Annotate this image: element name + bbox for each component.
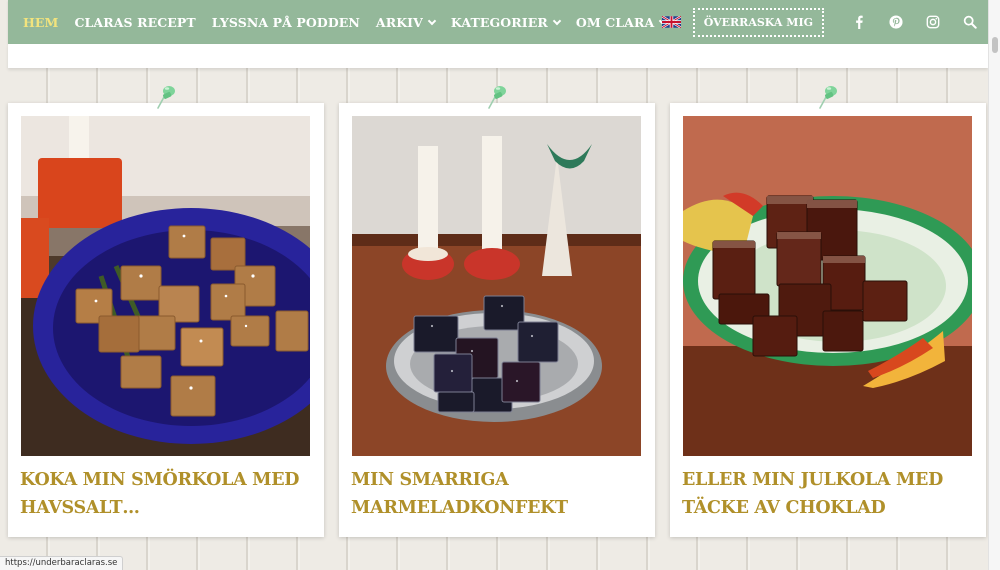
nav-item-hem[interactable]: Hem <box>23 15 58 30</box>
chevron-down-icon <box>427 16 437 25</box>
nav-item-claras-recept[interactable]: Claras recept <box>74 15 195 30</box>
post-card[interactable]: Koka min smörkola med havssalt… <box>8 86 324 537</box>
nav-right: Överraska mig <box>661 0 988 44</box>
nav-item-label: Lyssna på podden <box>211 14 360 30</box>
nav-item-label: Hem <box>23 14 59 30</box>
uk-flag-icon[interactable] <box>661 16 681 28</box>
search-icon[interactable] <box>951 0 988 44</box>
instagram-icon[interactable] <box>914 0 951 44</box>
post-title[interactable]: Koka min smörkola med havssalt… <box>20 466 312 522</box>
nav-item-label: Kategorier <box>450 14 548 30</box>
pushpin-icon <box>817 83 841 113</box>
nav-item-arkiv[interactable]: Arkiv <box>375 14 437 30</box>
scrollbar-thumb[interactable] <box>992 37 998 53</box>
nav-item-kategorier[interactable]: Kategorier <box>450 14 562 30</box>
nav-item-om-clara[interactable]: Om Clara <box>575 14 668 30</box>
post-card[interactable]: Eller min julkola med täcke av choklad <box>670 86 986 537</box>
nav-item-label: Claras recept <box>74 14 196 30</box>
post-title[interactable]: Eller min julkola med täcke av choklad <box>682 466 974 522</box>
header-strip <box>8 44 988 68</box>
nav-item-label: Arkiv <box>375 14 423 30</box>
facebook-icon[interactable] <box>840 0 877 44</box>
pushpin-icon <box>155 83 179 113</box>
post-image-caramels[interactable] <box>21 116 310 456</box>
chevron-down-icon <box>552 16 562 25</box>
surprise-me-button[interactable]: Överraska mig <box>692 7 824 37</box>
page-scrollbar[interactable] <box>988 0 1000 570</box>
nav-links: Hem Claras recept Lyssna på podden Arkiv… <box>8 0 682 44</box>
nav-item-lyssna-pa-podden[interactable]: Lyssna på podden <box>212 15 360 30</box>
page: Hem Claras recept Lyssna på podden Arkiv… <box>8 0 988 570</box>
pinterest-icon[interactable] <box>877 0 914 44</box>
post-image-jelly-candies[interactable] <box>352 116 641 456</box>
main-navbar: Hem Claras recept Lyssna på podden Arkiv… <box>8 0 988 44</box>
post-image-chocolate-toffee[interactable] <box>683 116 972 456</box>
browser-status-bar: https://underbaraclaras.se <box>0 556 124 570</box>
post-card[interactable]: Min smarriga marmeladkonfekt <box>339 86 655 537</box>
post-title[interactable]: Min smarriga marmeladkonfekt <box>351 466 643 522</box>
pushpin-icon <box>486 83 510 113</box>
nav-item-label: Om Clara <box>575 14 655 30</box>
